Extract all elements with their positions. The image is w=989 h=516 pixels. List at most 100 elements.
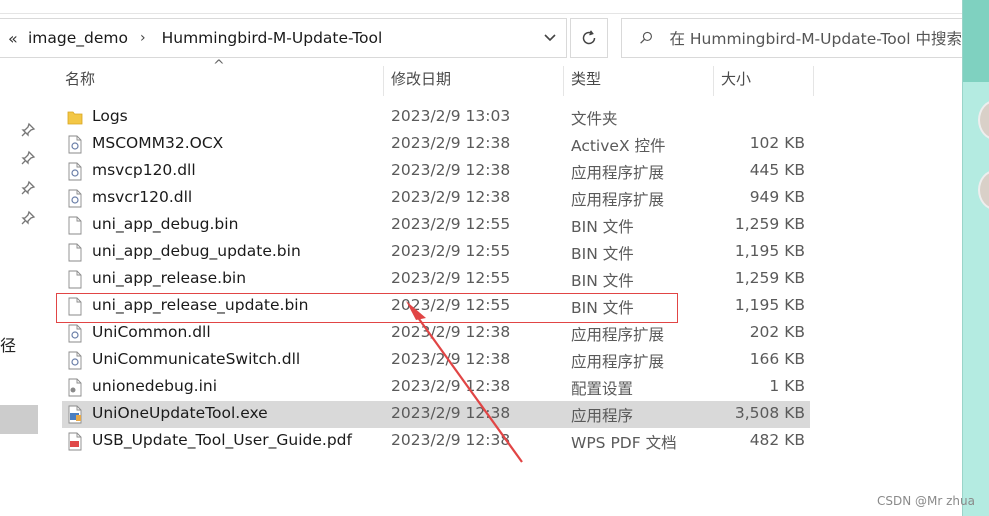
column-header-date[interactable]: 修改日期 [391, 62, 451, 96]
file-row[interactable]: MSCOMM32.OCX 2023/2/9 12:38 ActiveX 控件 102 … [62, 131, 810, 158]
file-name: USB_Update_Tool_User_Guide.pdf [92, 431, 352, 449]
nav-item-selected[interactable] [0, 405, 38, 434]
file-size: 166 KB [749, 350, 805, 368]
side-panel-header [963, 0, 989, 82]
file-size: 949 KB [749, 188, 805, 206]
file-type: ActiveX 控件 [571, 137, 666, 155]
file-type: 文件夹 [571, 110, 618, 128]
avatar[interactable] [978, 170, 989, 210]
file-size: 202 KB [749, 323, 805, 341]
file-type: 应用程序扩展 [571, 326, 665, 344]
pdf-file-icon [67, 432, 83, 451]
file-date: 2023/2/9 12:38 [391, 350, 511, 368]
breadcrumb-overflow-icon[interactable]: « [8, 29, 22, 48]
search-placeholder: 在 Hummingbird-M-Update-Tool 中搜索 [669, 30, 962, 48]
file-row[interactable]: UniOneUpdateTool.exe 2023/2/9 12:38 应用程序 3,… [62, 401, 810, 428]
file-name: uni_app_debug_update.bin [92, 242, 301, 260]
bin-file-icon [67, 243, 83, 262]
dll-file-icon [67, 189, 83, 208]
file-name: uni_app_release_update.bin [92, 296, 309, 314]
search-icon [640, 31, 652, 44]
breadcrumb-separator-icon[interactable]: › [140, 30, 146, 46]
file-size: 3,508 KB [734, 404, 805, 422]
file-date: 2023/2/9 12:55 [391, 215, 511, 233]
file-type: 应用程序扩展 [571, 164, 665, 182]
breadcrumb-item[interactable]: image_demo [28, 29, 128, 47]
file-type: BIN 文件 [571, 272, 634, 290]
file-date: 2023/2/9 12:38 [391, 134, 511, 152]
file-date: 2023/2/9 12:38 [391, 377, 511, 395]
avatar[interactable] [978, 100, 989, 140]
file-row[interactable]: uni_app_release_update.bin 2023/2/9 12:55… [62, 293, 810, 320]
column-header-name[interactable]: 名称 [65, 62, 95, 96]
file-size: 1,195 KB [734, 242, 805, 260]
column-header-size[interactable]: 大小 [721, 62, 751, 96]
side-panel-edge [962, 0, 989, 516]
file-date: 2023/2/9 12:38 [391, 404, 511, 422]
file-date: 2023/2/9 12:38 [391, 161, 511, 179]
pin-icon[interactable] [20, 122, 36, 138]
column-divider[interactable] [383, 66, 384, 96]
address-row: « image_demo › Hummingbird-M-Update-Tool… [0, 18, 962, 58]
file-row[interactable]: UniCommunicateSwitch.dll 2023/2/9 12:38 应用… [62, 347, 810, 374]
column-header-row: ^ 名称 修改日期 类型 大小 [40, 58, 962, 96]
column-header-type[interactable]: 类型 [571, 62, 601, 96]
file-size: 1,195 KB [734, 296, 805, 314]
address-bar[interactable]: « image_demo › Hummingbird-M-Update-Tool [0, 18, 567, 58]
file-date: 2023/2/9 12:38 [391, 188, 511, 206]
pin-icon[interactable] [20, 210, 36, 226]
file-size: 102 KB [749, 134, 805, 152]
file-row[interactable]: USB_Update_Tool_User_Guide.pdf 2023/2/9 1… [62, 428, 810, 455]
activex-file-icon [67, 135, 83, 154]
file-row[interactable]: uni_app_release.bin 2023/2/9 12:55 BIN 文件 1… [62, 266, 810, 293]
file-row[interactable]: msvcp120.dll 2023/2/9 12:38 应用程序扩展 445 KB [62, 158, 810, 185]
file-name: Logs [92, 107, 128, 125]
file-name: msvcp120.dll [92, 161, 196, 179]
file-row[interactable]: uni_app_debug.bin 2023/2/9 12:55 BIN 文件 1,2… [62, 212, 810, 239]
file-size: 445 KB [749, 161, 805, 179]
file-row[interactable]: msvcr120.dll 2023/2/9 12:38 应用程序扩展 949 KB [62, 185, 810, 212]
file-name: unionedebug.ini [92, 377, 218, 395]
file-name: UniCommon.dll [92, 323, 211, 341]
nav-item-label[interactable]: 径 [0, 332, 16, 356]
file-type: 应用程序扩展 [571, 191, 665, 209]
pin-icon[interactable] [20, 180, 36, 196]
file-row[interactable]: unionedebug.ini 2023/2/9 12:38 配置设置 1 KB [62, 374, 810, 401]
file-type: 应用程序扩展 [571, 353, 665, 371]
file-row[interactable]: Logs 2023/2/9 13:03 文件夹 [62, 104, 810, 131]
column-divider[interactable] [713, 66, 714, 96]
dll-file-icon [67, 162, 83, 181]
search-input[interactable]: 在 Hummingbird-M-Update-Tool 中搜索 [621, 18, 962, 58]
file-size: 1 KB [769, 377, 805, 395]
file-type: 配置设置 [571, 380, 634, 398]
bin-file-icon [67, 270, 83, 289]
file-row[interactable]: uni_app_debug_update.bin 2023/2/9 12:55 BI… [62, 239, 810, 266]
column-divider[interactable] [813, 66, 814, 96]
file-row[interactable]: UniCommon.dll 2023/2/9 12:38 应用程序扩展 202 KB [62, 320, 810, 347]
file-date: 2023/2/9 12:55 [391, 242, 511, 260]
file-type: 应用程序 [571, 407, 634, 425]
file-date: 2023/2/9 12:38 [391, 431, 511, 449]
ribbon-strip [0, 0, 962, 14]
file-name: UniCommunicateSwitch.dll [92, 350, 301, 368]
file-name: uni_app_debug.bin [92, 215, 239, 233]
refresh-button[interactable] [570, 18, 608, 58]
explorer-window: « image_demo › Hummingbird-M-Update-Tool… [0, 0, 989, 516]
folder-icon [67, 108, 83, 127]
navigation-pane: 径 [0, 62, 40, 516]
file-type: BIN 文件 [571, 299, 634, 317]
file-name: uni_app_release.bin [92, 269, 247, 287]
refresh-icon [582, 30, 596, 45]
watermark-text: CSDN @Mr zhua [877, 494, 975, 508]
column-divider[interactable] [563, 66, 564, 96]
file-date: 2023/2/9 12:55 [391, 296, 511, 314]
file-size: 482 KB [749, 431, 805, 449]
file-date: 2023/2/9 12:38 [391, 323, 511, 341]
file-size: 1,259 KB [734, 269, 805, 287]
breadcrumb-item[interactable]: Hummingbird-M-Update-Tool [162, 29, 383, 47]
chevron-down-icon[interactable] [542, 29, 558, 45]
sort-ascending-icon: ^ [213, 58, 225, 74]
pin-icon[interactable] [20, 150, 36, 166]
file-name: UniOneUpdateTool.exe [92, 404, 268, 422]
bin-file-icon [67, 297, 83, 316]
